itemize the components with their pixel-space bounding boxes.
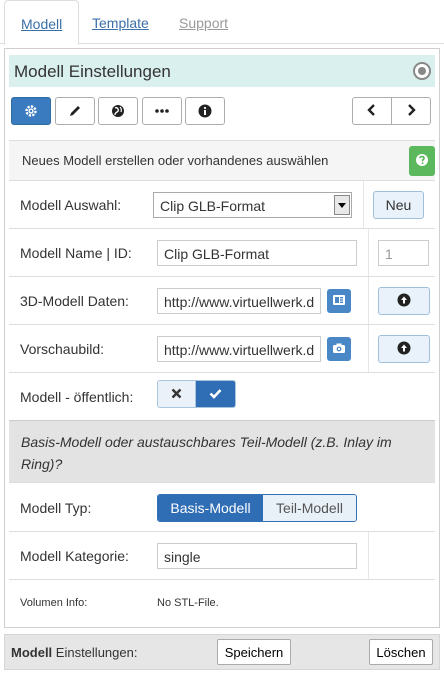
volumen-value: No STL-File. [157, 597, 219, 609]
label-volumen: Volumen Info: [20, 597, 88, 609]
tab-support[interactable]: Support [163, 0, 244, 45]
row-modell-auswahl: Modell Auswahl: Clip GLB-Format Neu [9, 180, 435, 228]
edit-button[interactable] [55, 97, 95, 125]
save-button[interactable]: Speichern [217, 639, 291, 665]
info-button[interactable] [185, 97, 225, 125]
settings-button[interactable] [11, 97, 51, 125]
divider [368, 532, 369, 579]
label-modell-auswahl: Modell Auswahl: [20, 197, 122, 213]
label-modell-typ: Modell Typ: [20, 500, 92, 516]
camera-icon [332, 341, 346, 357]
gear-icon [24, 104, 38, 118]
prev-button[interactable] [353, 98, 391, 124]
row-oeffentlich: Modell - öffentlich: [9, 372, 435, 420]
divider [363, 181, 364, 228]
divider [368, 277, 369, 324]
label-oeffentlich: Modell - öffentlich: [20, 389, 134, 405]
label-kategorie: Modell Kategorie: [20, 548, 129, 564]
toggle-off[interactable] [158, 381, 196, 407]
label-vorschaubild: Vorschaubild: [20, 341, 105, 357]
label-3d-daten: 3D-Modell Daten: [20, 293, 129, 309]
file-icon [332, 293, 346, 309]
nav-group [352, 97, 431, 125]
footer-label-bold: Modell [11, 645, 53, 660]
public-toggle[interactable] [157, 380, 236, 408]
info-row: Neues Modell erstellen oder vorhandenes … [9, 140, 435, 180]
delete-button[interactable]: Löschen [369, 639, 433, 665]
toggle-on[interactable] [196, 381, 235, 407]
camera-button[interactable] [327, 337, 351, 361]
close-icon [171, 386, 182, 402]
settings-panel: Modell Einstellungen Neues Modell erstel… [4, 48, 440, 628]
radio-icon[interactable] [413, 62, 431, 80]
vorschaubild-input[interactable]: http://www.virtuellwerk.d [157, 336, 321, 362]
basis-question-row: Basis-Modell oder austauschbares Teil-Mo… [9, 420, 435, 482]
file-picker-button[interactable] [327, 289, 351, 313]
footer-label-rest: Einstellungen: [52, 645, 138, 660]
kategorie-input[interactable]: single [157, 543, 357, 569]
panel-title: Modell Einstellungen [14, 62, 171, 81]
row-vorschaubild: Vorschaubild: http://www.virtuellwerk.d [9, 324, 435, 372]
globe-icon [111, 104, 125, 118]
next-button[interactable] [391, 98, 430, 124]
info-text: Neues Modell erstellen oder vorhandenes … [22, 153, 329, 168]
row-3d-daten: 3D-Modell Daten: http://www.virtuellwerk… [9, 276, 435, 324]
pencil-icon [68, 104, 82, 118]
footer-bar: Modell Einstellungen: Speichern Löschen [4, 634, 440, 670]
modell-name-input[interactable]: Clip GLB-Format [157, 240, 357, 266]
modell-id-input: 1 [378, 240, 429, 266]
info-icon [198, 104, 212, 118]
tab-modell[interactable]: Modell [4, 0, 80, 45]
tab-bar: Modell Template Support [0, 0, 444, 45]
label-modell-name: Modell Name | ID: [20, 245, 132, 261]
divider [368, 229, 369, 276]
divider [368, 325, 369, 372]
check-icon [209, 386, 222, 402]
question-icon [416, 153, 428, 169]
globe-button[interactable] [98, 97, 138, 125]
more-button[interactable] [142, 97, 182, 125]
footer-label: Modell Einstellungen: [11, 645, 137, 660]
upload-3d-button[interactable] [378, 287, 430, 315]
ellipsis-icon [154, 108, 170, 114]
3d-daten-input[interactable]: http://www.virtuellwerk.d [157, 288, 321, 314]
chevron-down-icon[interactable] [334, 195, 350, 215]
panel-header: Modell Einstellungen [9, 55, 435, 87]
tab-template[interactable]: Template [76, 0, 165, 45]
row-volumen: Volumen Info: No STL-File. [9, 579, 435, 627]
arrow-up-circle-icon [397, 293, 411, 310]
new-button[interactable]: Neu [373, 191, 424, 219]
arrow-up-circle-icon [397, 341, 411, 358]
help-button[interactable] [409, 146, 435, 176]
chevron-left-icon [367, 103, 377, 119]
chevron-right-icon [406, 103, 416, 119]
basis-modell-option[interactable]: Basis-Modell [158, 495, 263, 521]
row-modell-name: Modell Name | ID: Clip GLB-Format 1 [9, 228, 435, 276]
modell-select-value: Clip GLB-Format [160, 198, 266, 214]
modell-select[interactable]: Clip GLB-Format [153, 192, 352, 218]
teil-modell-option[interactable]: Teil-Modell [263, 495, 356, 521]
upload-vorschau-button[interactable] [378, 335, 430, 363]
basis-question-text: Basis-Modell oder austauschbares Teil-Mo… [21, 434, 392, 472]
row-kategorie: Modell Kategorie: single [9, 531, 435, 579]
row-modell-typ: Modell Typ: Basis-Modell Teil-Modell [9, 482, 435, 531]
modell-typ-segmented: Basis-Modell Teil-Modell [157, 494, 357, 522]
